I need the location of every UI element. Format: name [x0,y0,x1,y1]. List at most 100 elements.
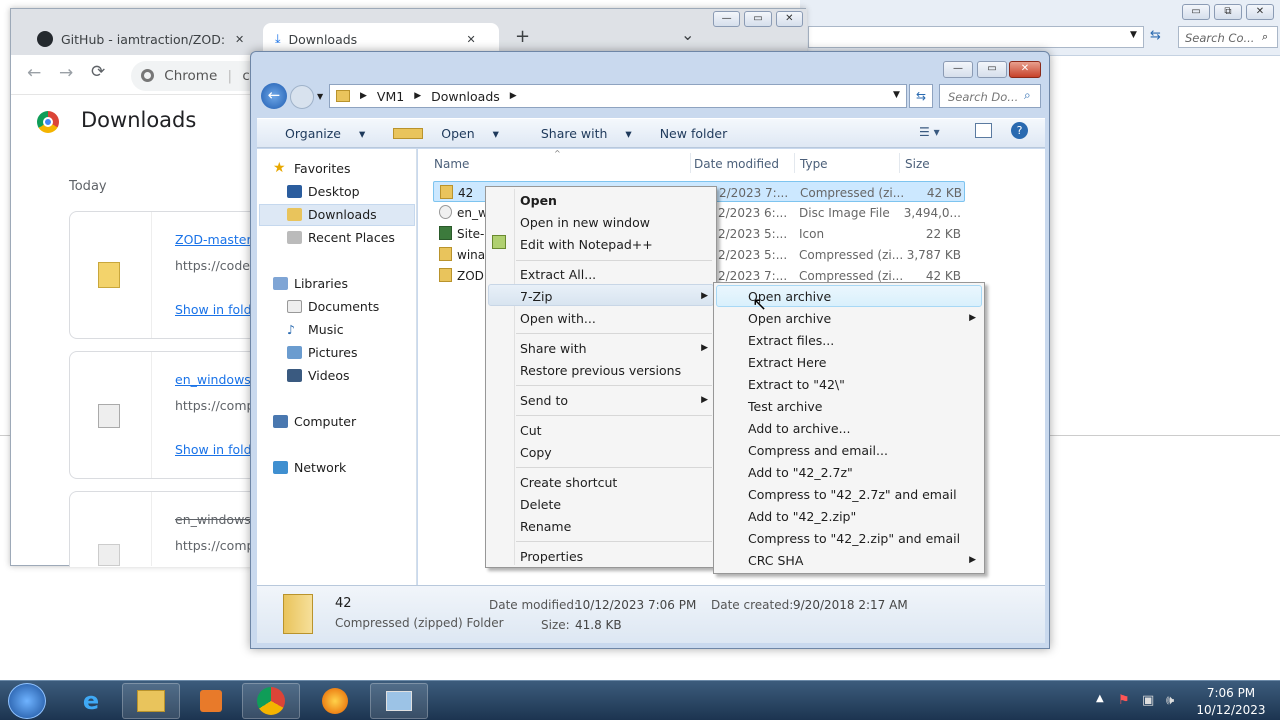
nav-desktop[interactable]: Desktop [287,184,360,199]
action-center-icon[interactable]: ⚑ [1118,693,1130,708]
address-bar[interactable]: ▶ VM1 ▶ Downloads ▶ [329,84,907,108]
submenu-crc-sha[interactable]: CRC SHA [748,553,803,568]
network-tray-icon[interactable]: ▣ [1142,693,1154,708]
nav-downloads[interactable]: Downloads [287,207,377,222]
bg-close-button[interactable]: ✕ [1246,4,1274,20]
menu-edit-notepadpp[interactable]: Edit with Notepad++ [520,237,653,252]
search-icon[interactable]: ⌕ [1024,88,1031,103]
column-header-name[interactable]: Name [434,157,469,171]
back-arrow-icon[interactable]: ← [261,83,287,109]
zip-folder-icon [439,247,452,261]
forward-arrow-icon[interactable] [290,85,314,109]
menu-open[interactable]: Open [520,193,557,208]
volume-icon[interactable]: 🕪 [1166,693,1174,708]
menu-copy[interactable]: Copy [520,445,552,460]
menu-share-with[interactable]: Share with [520,341,587,356]
submenu-test-archive[interactable]: Test archive [748,399,822,414]
taskbar-chrome-icon[interactable] [242,683,300,719]
file-name: 42 [458,186,474,200]
details-date-modified: 10/12/2023 7:06 PM [575,598,697,612]
taskbar-firefox-icon[interactable] [306,683,364,719]
menu-create-shortcut[interactable]: Create shortcut [520,475,617,490]
organize-button[interactable]: Organize ▾ [257,126,379,141]
menu-cut[interactable]: Cut [520,423,542,438]
menu-extract-all[interactable]: Extract All... [520,267,596,282]
nav-music[interactable]: ♪ Music [287,322,344,337]
submenu-extract-files[interactable]: Extract files... [748,333,834,348]
zip-folder-icon [440,185,453,199]
submenu-compress-zip-email[interactable]: Compress to "42_2.zip" and email [748,531,960,546]
forward-button[interactable]: → [59,63,73,83]
new-tab-button[interactable]: + [515,26,530,47]
tab-search-icon[interactable]: ⌄ [681,25,694,44]
new-folder-button[interactable]: New folder [646,126,742,141]
clock-date[interactable]: 10/12/2023 [1192,703,1270,717]
menu-delete[interactable]: Delete [520,497,561,512]
bg-maximize-button[interactable]: ⧉ [1214,4,1242,20]
chrome-close-button[interactable]: ✕ [775,11,803,27]
search-icon[interactable]: ⌕ [1262,30,1268,44]
explorer-close-button[interactable]: ✕ [1009,61,1041,78]
chrome-minimize-button[interactable]: — [713,11,741,27]
menu-open-with[interactable]: Open with... [520,311,596,326]
nav-libraries[interactable]: Libraries [273,276,348,291]
chrome-maximize-button[interactable]: ▭ [744,11,772,27]
nav-videos[interactable]: Videos [287,368,350,383]
bg-address-bar[interactable] [808,26,1144,48]
bg-minimize-button[interactable]: ▭ [1182,4,1210,20]
menu-open-new-window[interactable]: Open in new window [520,215,650,230]
address-dropdown-icon[interactable]: ▼ [893,90,900,100]
submenu-compress-7z-email[interactable]: Compress to "42_2.7z" and email [748,487,957,502]
column-header-date[interactable]: Date modified [694,157,779,171]
submenu-add-7z[interactable]: Add to "42_2.7z" [748,465,853,480]
submenu-add-to-archive[interactable]: Add to archive... [748,421,851,436]
breadcrumb-downloads[interactable]: Downloads [431,89,500,104]
open-button[interactable]: Open ▾ [379,126,513,141]
view-options-icon[interactable]: ☰ ▾ [919,125,940,139]
taskbar-explorer-icon[interactable] [122,683,180,719]
column-header-size[interactable]: Size [905,157,930,171]
chevron-down-icon[interactable]: ▼ [1130,30,1137,40]
nav-favorites[interactable]: ★ Favorites [273,161,350,176]
menu-rename[interactable]: Rename [520,519,571,534]
help-icon[interactable]: ? [1011,122,1028,139]
thumbnail [70,492,152,566]
nav-pictures[interactable]: Pictures [287,345,358,360]
submenu-compress-email[interactable]: Compress and email... [748,443,888,458]
share-with-button[interactable]: Share with ▾ [513,126,646,141]
taskbar-media-player-icon[interactable] [182,683,240,719]
back-button[interactable]: ← [27,63,41,83]
submenu-extract-here[interactable]: Extract Here [748,355,826,370]
recent-pages-chevron-icon[interactable]: ▼ [317,92,323,101]
menu-properties[interactable]: Properties [520,549,583,564]
submenu-arrow-icon: ▶ [701,291,708,301]
menu-restore-previous[interactable]: Restore previous versions [520,363,681,378]
refresh-icon[interactable]: ⇆ [1150,28,1161,43]
explorer-maximize-button[interactable]: ▭ [977,61,1007,78]
menu-send-to[interactable]: Send to [520,393,568,408]
menu-7zip[interactable]: 7-Zip [520,289,552,304]
submenu-extract-to[interactable]: Extract to "42\" [748,377,845,392]
tab-close-icon[interactable]: ✕ [467,33,476,46]
taskbar-ie-icon[interactable]: e [62,683,120,719]
nav-network[interactable]: Network [273,460,346,475]
submenu-add-zip[interactable]: Add to "42_2.zip" [748,509,856,524]
preview-pane-icon[interactable] [975,123,992,138]
start-button[interactable] [8,683,46,719]
reload-button[interactable]: ⟳ [91,62,105,82]
clock-time[interactable]: 7:06 PM [1196,686,1266,700]
nav-computer[interactable]: Computer [273,414,356,429]
nav-documents[interactable]: Documents [287,299,379,314]
tab-github[interactable]: GitHub - iamtraction/ZOD: This is ✕ [25,23,263,55]
breadcrumb-vm1[interactable]: VM1 [377,89,404,104]
tab-close-icon[interactable]: ✕ [235,33,244,46]
explorer-minimize-button[interactable]: — [943,61,973,78]
disc-image-icon [98,404,120,428]
nav-recent-places[interactable]: Recent Places [287,230,395,245]
page-title: Downloads [81,108,197,132]
refresh-icon[interactable]: ⇆ [909,84,933,108]
taskbar-remote-desktop-icon[interactable] [370,683,428,719]
column-header-type[interactable]: Type [800,157,828,171]
file-date: 2/2023 5:... [718,227,788,241]
tray-overflow-icon[interactable]: ▲ [1096,693,1104,704]
